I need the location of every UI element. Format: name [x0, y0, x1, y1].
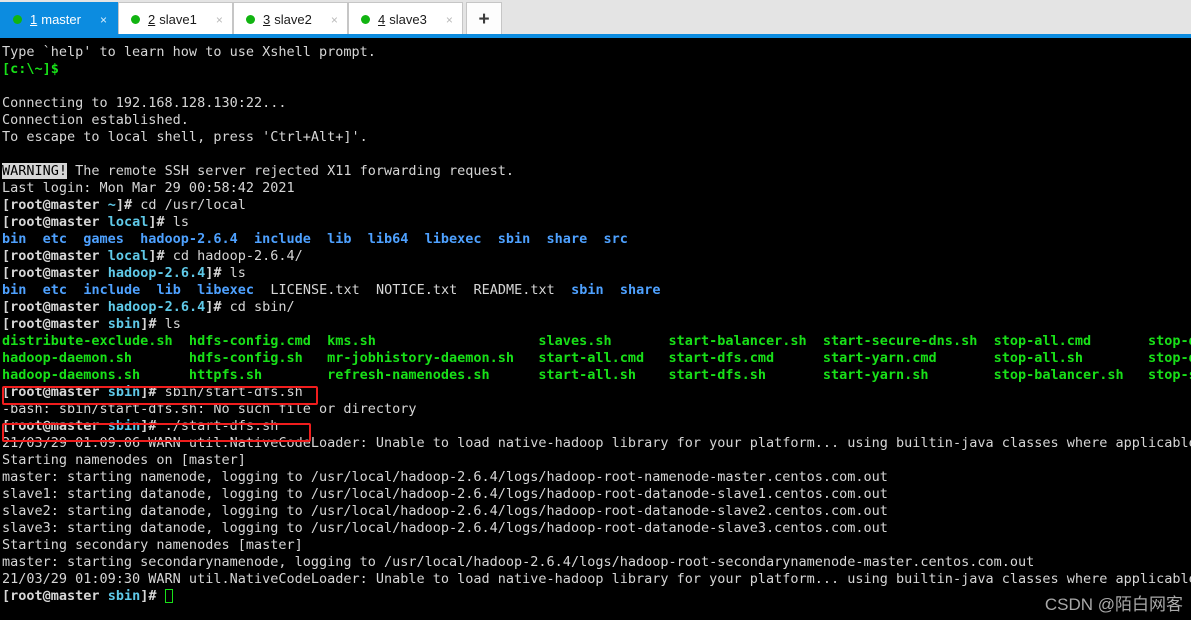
terminal-line: [c:\~]$ — [2, 61, 59, 77]
terminal-line: [root@master ~]# cd /usr/local — [2, 197, 246, 213]
terminal-line: master: starting namenode, logging to /u… — [2, 469, 888, 485]
terminal-line: [root@master local]# ls — [2, 214, 189, 230]
tab-master[interactable]: 1 master × — [0, 2, 118, 36]
tab-label-slave3: slave3 — [389, 12, 427, 27]
terminal-line: WARNING! The remote SSH server rejected … — [2, 163, 515, 179]
terminal-line: master: starting secondarynamenode, logg… — [2, 554, 1035, 570]
tab-slave1[interactable]: 2 slave1 × — [118, 2, 233, 36]
connection-status-dot-master — [13, 15, 22, 24]
terminal-line: hadoop-daemon.sh hdfs-config.sh mr-jobhi… — [2, 350, 1191, 366]
terminal-line: slave1: starting datanode, logging to /u… — [2, 486, 888, 502]
close-icon-slave3[interactable]: × — [443, 13, 456, 27]
terminal-line-container: Type `help' to learn how to use Xshell p… — [2, 44, 1191, 605]
tab-label-slave1: slave1 — [159, 12, 197, 27]
tab-number-slave3: 4 — [378, 12, 386, 27]
terminal-line: [root@master hadoop-2.6.4]# cd sbin/ — [2, 299, 295, 315]
terminal-cursor — [164, 589, 173, 603]
tab-label-slave2: slave2 — [274, 12, 312, 27]
terminal-line: slave3: starting datanode, logging to /u… — [2, 520, 888, 536]
tab-number-slave2: 3 — [263, 12, 271, 27]
terminal-line: [root@master sbin]# ./start-dfs.sh — [2, 418, 279, 434]
terminal-line: -bash: sbin/start-dfs.sh: No such file o… — [2, 401, 417, 417]
terminal-line: Starting secondary namenodes [master] — [2, 537, 303, 553]
close-icon-slave2[interactable]: × — [328, 13, 341, 27]
terminal-line: hadoop-daemons.sh httpfs.sh refresh-name… — [2, 367, 1191, 383]
terminal-line: Starting namenodes on [master] — [2, 452, 246, 468]
tab-number-master: 1 — [30, 12, 38, 27]
terminal-line: 21/03/29 01:09:06 WARN util.NativeCodeLo… — [2, 435, 1191, 451]
terminal-output[interactable]: Type `help' to learn how to use Xshell p… — [0, 38, 1191, 620]
terminal-line: Connection established. — [2, 112, 189, 128]
tab-slave2[interactable]: 3 slave2 × — [233, 2, 348, 36]
terminal-line: bin etc games hadoop-2.6.4 include lib l… — [2, 231, 628, 247]
terminal-line: [root@master sbin]# ls — [2, 316, 181, 332]
connection-status-dot-slave1 — [131, 15, 140, 24]
connection-status-dot-slave3 — [361, 15, 370, 24]
terminal-line: bin etc include lib libexec LICENSE.txt … — [2, 282, 661, 298]
close-icon-master[interactable]: × — [97, 13, 110, 27]
new-tab-button[interactable]: + — [466, 2, 502, 36]
close-icon-slave1[interactable]: × — [213, 13, 226, 27]
terminal-line: Type `help' to learn how to use Xshell p… — [2, 44, 376, 60]
terminal-line: [root@master hadoop-2.6.4]# ls — [2, 265, 246, 281]
connection-status-dot-slave2 — [246, 15, 255, 24]
terminal-line: 21/03/29 01:09:30 WARN util.NativeCodeLo… — [2, 571, 1191, 587]
terminal-line: Connecting to 192.168.128.130:22... — [2, 95, 287, 111]
tab-label-master: master — [41, 12, 81, 27]
tab-slave3[interactable]: 4 slave3 × — [348, 2, 463, 36]
terminal-line: Last login: Mon Mar 29 00:58:42 2021 — [2, 180, 295, 196]
terminal-line: distribute-exclude.sh hdfs-config.cmd km… — [2, 333, 1191, 349]
terminal-line: slave2: starting datanode, logging to /u… — [2, 503, 888, 519]
terminal-line: To escape to local shell, press 'Ctrl+Al… — [2, 129, 368, 145]
tab-bar: 1 master × 2 slave1 × 3 slave2 × 4 slave… — [0, 0, 1191, 38]
watermark: CSDN @陌白网客 — [1044, 595, 1183, 614]
terminal-line: [root@master sbin]# sbin/start-dfs.sh — [2, 384, 303, 400]
terminal-line: [root@master local]# cd hadoop-2.6.4/ — [2, 248, 303, 264]
terminal-line: [root@master sbin]# — [2, 588, 1191, 605]
tab-number-slave1: 2 — [148, 12, 156, 27]
